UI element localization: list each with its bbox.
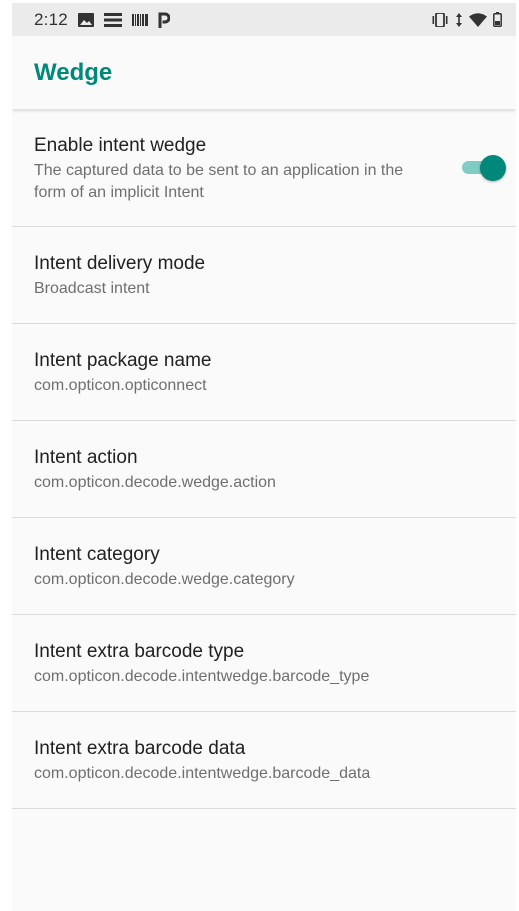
data-arrows-icon	[455, 12, 463, 27]
pref-enable-intent-wedge[interactable]: Enable intent wedge The captured data to…	[12, 109, 516, 227]
status-left: 2:12	[34, 10, 170, 30]
pref-summary: Broadcast intent	[34, 280, 150, 297]
image-icon	[77, 12, 94, 27]
phone-screen: 2:12 Wedge Enable intent wedge The captu…	[12, 3, 516, 911]
menu-lines-icon	[103, 12, 122, 27]
pref-intent-action[interactable]: Intent action com.opticon.decode.wedge.a…	[12, 421, 516, 518]
pref-intent-delivery-mode[interactable]: Intent delivery mode Broadcast intent	[12, 227, 516, 324]
preference-list: Enable intent wedge The captured data to…	[12, 109, 516, 809]
pref-summary: com.opticon.decode.wedge.action	[34, 474, 276, 491]
pref-title: Intent category	[34, 544, 160, 565]
pref-summary: The captured data to be sent to an appli…	[34, 162, 404, 201]
vibrate-icon	[431, 12, 449, 27]
pref-summary: com.opticon.opticonnect	[34, 377, 207, 394]
barcode-icon	[131, 13, 148, 26]
pref-title: Intent extra barcode data	[34, 738, 246, 759]
app-bar: Wedge	[12, 36, 516, 109]
status-bar: 2:12	[12, 3, 516, 36]
wifi-icon	[469, 12, 487, 27]
pref-summary: com.opticon.decode.intentwedge.barcode_d…	[34, 765, 371, 782]
pref-title: Enable intent wedge	[34, 135, 207, 156]
enable-intent-wedge-toggle[interactable]	[462, 155, 506, 181]
battery-icon	[493, 12, 502, 27]
status-right	[431, 12, 502, 27]
toggle-thumb	[480, 155, 506, 181]
pref-intent-extra-barcode-data[interactable]: Intent extra barcode data com.opticon.de…	[12, 712, 516, 809]
pref-summary: com.opticon.decode.wedge.category	[34, 571, 295, 588]
pref-title: Intent delivery mode	[34, 253, 206, 274]
pref-summary: com.opticon.decode.intentwedge.barcode_t…	[34, 668, 370, 685]
status-time: 2:12	[34, 9, 68, 29]
p-icon	[158, 12, 170, 28]
page-title: Wedge	[34, 58, 113, 86]
pref-intent-extra-barcode-type[interactable]: Intent extra barcode type com.opticon.de…	[12, 615, 516, 712]
pref-intent-category[interactable]: Intent category com.opticon.decode.wedge…	[12, 518, 516, 615]
pref-title: Intent package name	[34, 350, 212, 371]
pref-title: Intent action	[34, 447, 138, 468]
pref-title: Intent extra barcode type	[34, 641, 245, 662]
pref-intent-package-name[interactable]: Intent package name com.opticon.opticonn…	[12, 324, 516, 421]
